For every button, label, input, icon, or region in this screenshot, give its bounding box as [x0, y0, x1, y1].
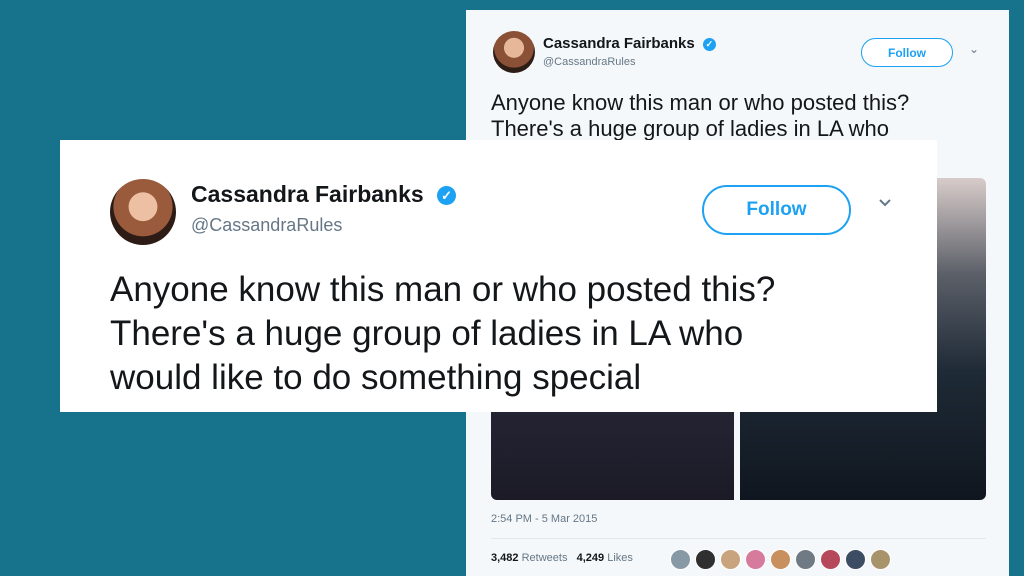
author-name[interactable]: Cassandra Fairbanks ✓ [543, 35, 716, 52]
zoomed-tweet-card: Cassandra Fairbanks ✓ @CassandraRules Fo… [60, 140, 937, 412]
liker-avatar[interactable] [845, 549, 866, 570]
tweet-text-line: Anyone know this man or who posted this? [491, 90, 910, 115]
tweet-text-line: There's a huge group of ladies in LA who [110, 314, 744, 353]
avatar[interactable] [110, 179, 176, 245]
likes-count: 4,249 [576, 552, 605, 564]
chevron-down-icon[interactable]: ⌄ [969, 42, 979, 56]
liker-avatar[interactable] [670, 549, 691, 570]
tweet-stats: 3,482 Retweets 4,249 Likes [491, 552, 633, 564]
tweet-text-line: would like to do something special [110, 358, 642, 397]
liker-avatar[interactable] [820, 549, 841, 570]
follow-button[interactable]: Follow [702, 185, 851, 235]
tweet-text-line: Anyone know this man or who posted this? [110, 270, 776, 309]
author-name-text[interactable]: Cassandra Fairbanks [191, 181, 424, 207]
author-handle[interactable]: @CassandraRules [191, 215, 342, 236]
likes-label: Likes [607, 552, 633, 564]
retweets-count: 3,482 [491, 552, 519, 564]
author-name[interactable]: Cassandra Fairbanks ✓ [191, 181, 457, 208]
divider [491, 538, 986, 539]
tweet-text: Anyone know this man or who posted this?… [491, 90, 991, 143]
tweet-timestamp[interactable]: 2:54 PM - 5 Mar 2015 [491, 513, 597, 525]
liker-avatar[interactable] [870, 549, 891, 570]
follow-button[interactable]: Follow [861, 38, 953, 67]
retweets-stat[interactable]: 3,482 Retweets [491, 552, 567, 564]
liker-avatar[interactable] [745, 549, 766, 570]
liker-avatar[interactable] [695, 549, 716, 570]
verified-badge-icon: ✓ [702, 37, 716, 51]
avatar[interactable] [493, 31, 535, 73]
liker-avatar[interactable] [770, 549, 791, 570]
likers-avatars [670, 549, 891, 570]
liker-avatar[interactable] [720, 549, 741, 570]
author-handle[interactable]: @CassandraRules [543, 56, 636, 68]
chevron-down-icon[interactable] [878, 196, 892, 210]
tweet-text-line: There's a huge group of ladies in LA who [491, 116, 890, 142]
author-name-text[interactable]: Cassandra Fairbanks [543, 35, 695, 52]
likes-stat[interactable]: 4,249 Likes [577, 552, 633, 564]
liker-avatar[interactable] [795, 549, 816, 570]
retweets-label: Retweets [521, 552, 568, 564]
verified-badge-icon: ✓ [437, 186, 457, 206]
tweet-text: Anyone know this man or who posted this?… [110, 268, 920, 400]
